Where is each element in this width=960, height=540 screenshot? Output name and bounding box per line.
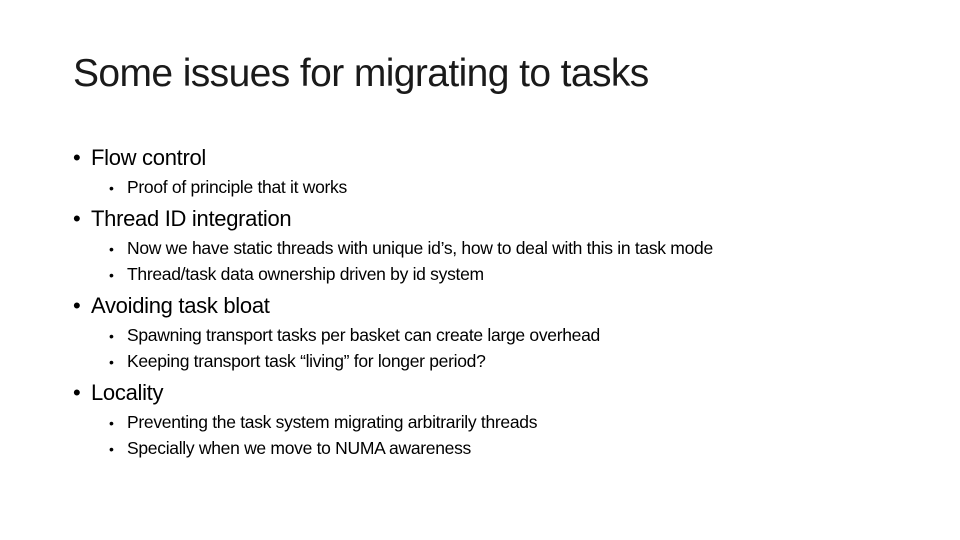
sub-bullet-item: • Keeping transport task “living” for lon… [109, 351, 486, 372]
bullet-icon: • [109, 241, 114, 257]
bullet-item: • Avoiding task bloat [73, 293, 270, 319]
bullet-icon: • [109, 180, 114, 196]
sub-bullet-item: • Thread/task data ownership driven by id… [109, 264, 484, 285]
bullet-icon: • [109, 267, 114, 283]
sub-bullet-text: Spawning transport tasks per basket can … [127, 325, 600, 345]
sub-bullet-text: Keeping transport task “living” for long… [127, 351, 486, 371]
bullet-icon: • [109, 328, 114, 344]
bullet-text: Flow control [91, 145, 206, 170]
bullet-item: • Thread ID integration [73, 206, 292, 232]
bullet-icon: • [73, 293, 81, 318]
slide: Some issues for migrating to tasks • Flow… [0, 0, 960, 540]
sub-bullet-text: Thread/task data ownership driven by id … [127, 264, 484, 284]
bullet-icon: • [73, 206, 81, 231]
bullet-icon: • [109, 441, 114, 457]
bullet-icon: • [109, 415, 114, 431]
bullet-icon: • [73, 380, 81, 405]
sub-bullet-item: • Now we have static threads with unique … [109, 238, 713, 259]
bullet-icon: • [73, 145, 81, 170]
sub-bullet-item: • Specially when we move to NUMA awarenes… [109, 438, 471, 459]
bullet-icon: • [109, 354, 114, 370]
bullet-text: Thread ID integration [91, 206, 292, 231]
bullet-item: • Locality [73, 380, 164, 406]
sub-bullet-text: Proof of principle that it works [127, 177, 347, 197]
sub-bullet-item: • Preventing the task system migrating ar… [109, 412, 537, 433]
sub-bullet-text: Specially when we move to NUMA awareness [127, 438, 471, 458]
sub-bullet-item: • Proof of principle that it works [109, 177, 347, 198]
sub-bullet-text: Preventing the task system migrating arb… [127, 412, 538, 432]
sub-bullet-text: Now we have static threads with unique i… [127, 238, 713, 258]
bullet-item: • Flow control [73, 145, 206, 171]
slide-title: Some issues for migrating to tasks [73, 52, 649, 95]
sub-bullet-item: • Spawning transport tasks per basket can… [109, 325, 600, 346]
bullet-text: Locality [91, 380, 164, 405]
bullet-text: Avoiding task bloat [91, 293, 270, 318]
